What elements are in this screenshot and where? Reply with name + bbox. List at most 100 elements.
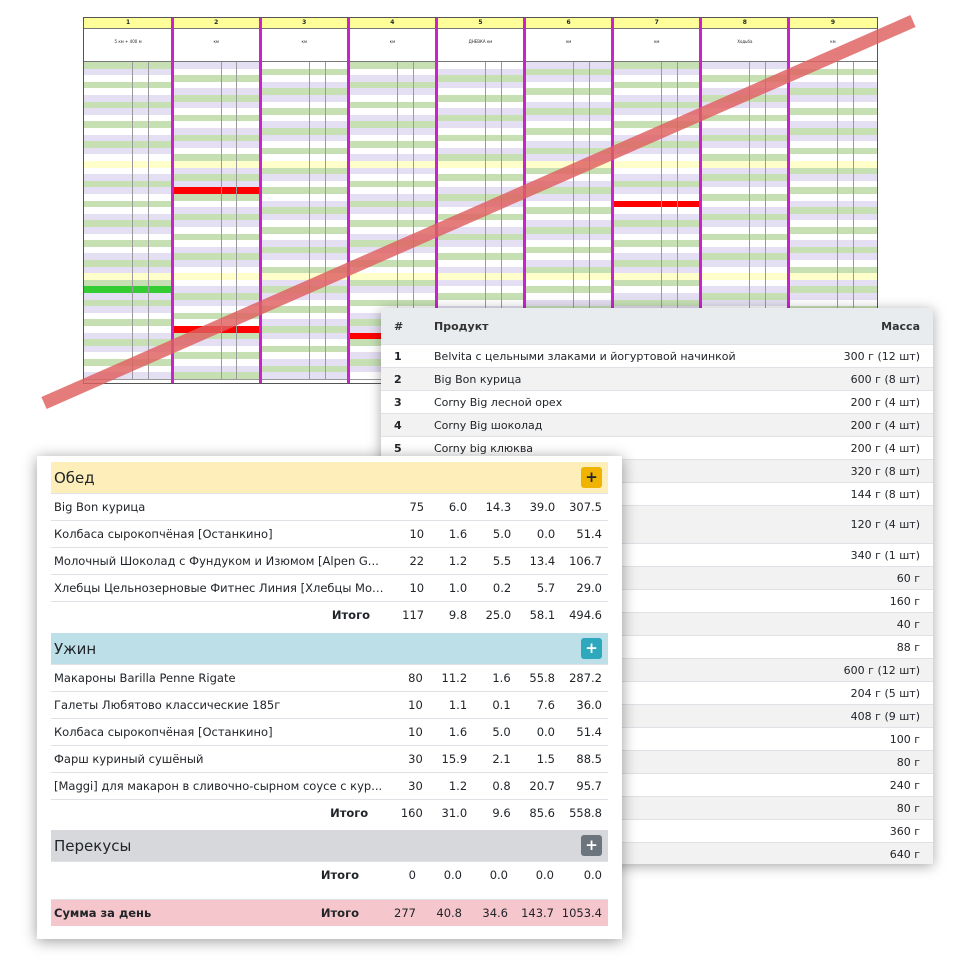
mass-value: 10 — [382, 718, 429, 746]
product-name: Corny Big лесной орех — [421, 390, 767, 414]
meal-total-row: Итого 0 0.0 0.0 0.0 0.0 — [51, 861, 608, 888]
total-carbs: 85.6 — [516, 799, 561, 826]
add-item-button[interactable]: + — [581, 638, 602, 659]
mass-value: 30 — [382, 772, 429, 800]
meal-item-row[interactable]: [Maggi] для макарон в сливочно-сырном со… — [51, 772, 608, 800]
total-carbs: 58.1 — [517, 601, 562, 628]
meal-section-title: Обед — [54, 468, 95, 487]
meal-item-row[interactable]: Молочный Шоколад с Фундуком и Изюмом [Al… — [51, 547, 608, 575]
kcal-value: 88.5 — [561, 745, 608, 773]
product-mass: 200 г (4 шт) — [767, 413, 933, 437]
protein-value: 11.2 — [428, 664, 474, 692]
product-mass: 320 г (8 шт) — [767, 459, 933, 483]
sheet-column: 15 км + 400 м — [84, 18, 173, 383]
sheet-column-number: 3 — [260, 18, 349, 29]
meal-item-name: [Maggi] для макарон в сливочно-сырном со… — [51, 772, 383, 800]
mass-value: 10 — [382, 691, 429, 719]
kcal-value: 51.4 — [561, 520, 608, 548]
carbs-value: 0.0 — [517, 520, 562, 548]
product-row: 4 Corny Big шоколад 200 г (4 шт) — [381, 413, 933, 437]
product-mass: 340 г (1 шт) — [767, 543, 933, 567]
meal-item-row[interactable]: Колбаса сырокопчёная [Останкино] 10 1.6 5.0… — [51, 520, 608, 548]
kcal-value: 106.7 — [561, 547, 608, 575]
meal-item-name: Колбаса сырокопчёная [Останкино] — [51, 520, 384, 548]
meal-item-row[interactable]: Хлебцы Цельнозерновые Фитнес Линия [Хлеб… — [51, 574, 608, 602]
day-protein: 40.8 — [422, 899, 468, 926]
product-name: Big Bon курица — [421, 367, 767, 391]
day-total-sub-label: Итого — [262, 899, 373, 926]
sheet-column-title: ДНЕВКА км — [436, 29, 525, 62]
meal-section-header: Обед + — [51, 462, 608, 493]
total-fat: 9.6 — [473, 799, 517, 826]
kcal-value: 307.5 — [561, 493, 608, 521]
sheet-cells — [172, 62, 261, 383]
carbs-value: 0.0 — [516, 718, 561, 746]
total-kcal: 558.8 — [561, 799, 608, 826]
carbs-value: 1.5 — [516, 745, 561, 773]
product-mass: 144 г (8 шт) — [767, 482, 933, 506]
protein-value: 1.2 — [428, 772, 474, 800]
total-protein: 0.0 — [422, 861, 468, 888]
product-mass: 200 г (4 шт) — [767, 390, 933, 414]
fat-value: 0.8 — [473, 772, 517, 800]
day-total-label: Сумма за день — [51, 899, 263, 926]
day-fat: 34.6 — [468, 899, 514, 926]
fat-value: 14.3 — [473, 493, 518, 521]
protein-value: 1.6 — [428, 718, 474, 746]
product-mass: 100 г — [767, 727, 933, 751]
product-mass: 40 г — [767, 612, 933, 636]
product-mass: 80 г — [767, 750, 933, 774]
sheet-column-number: 2 — [172, 18, 261, 29]
protein-value: 15.9 — [428, 745, 474, 773]
sheet-column: 3 км — [260, 18, 349, 383]
day-kcal: 1053.4 — [560, 899, 608, 926]
total-label: Итого — [51, 861, 373, 888]
fat-value: 1.6 — [473, 664, 517, 692]
kcal-value: 36.0 — [561, 691, 608, 719]
day-mass: 277 — [373, 899, 422, 926]
mass-value: 10 — [384, 520, 431, 548]
kcal-value: 51.4 — [561, 718, 608, 746]
product-name: Corny Big шоколад — [421, 413, 767, 437]
kcal-value: 29.0 — [561, 574, 608, 602]
product-num: 4 — [381, 413, 421, 437]
product-mass: 600 г (12 шт) — [767, 658, 933, 682]
total-kcal: 0.0 — [560, 861, 608, 888]
meal-item-row[interactable]: Big Bon курица 75 6.0 14.3 39.0 307.5 — [51, 493, 608, 521]
meal-item-name: Фарш куриный сушёный — [51, 745, 383, 773]
add-item-button[interactable]: + — [581, 467, 602, 488]
kcal-value: 287.2 — [561, 664, 608, 692]
mass-value: 10 — [384, 574, 431, 602]
protein-value: 1.6 — [430, 520, 474, 548]
meal-item-row[interactable]: Фарш куриный сушёный 30 15.9 2.1 1.5 88.5 — [51, 745, 608, 773]
product-mass: 300 г (12 шт) — [767, 344, 933, 368]
mass-value: 80 — [382, 664, 429, 692]
product-mass: 60 г — [767, 566, 933, 590]
product-mass: 640 г — [767, 842, 933, 864]
meal-item-row[interactable]: Галеты Любятово классические 185г 10 1.1 0.… — [51, 691, 608, 719]
meal-item-row[interactable]: Макароны Barilla Penne Rigate 80 11.2 1.6 55… — [51, 664, 608, 692]
sheet-column-number: 5 — [436, 18, 525, 29]
total-mass: 117 — [384, 601, 431, 628]
product-mass: 200 г (4 шт) — [767, 436, 933, 460]
meal-item-row[interactable]: Колбаса сырокопчёная [Останкино] 10 1.6 5.0… — [51, 718, 608, 746]
fat-value: 0.1 — [473, 691, 517, 719]
carbs-value: 39.0 — [517, 493, 562, 521]
protein-value: 6.0 — [430, 493, 474, 521]
fat-value: 5.0 — [473, 520, 518, 548]
meal-section-lunch: Обед + Big Bon курица 75 6.0 14.3 39.0 307.5 Кол… — [51, 462, 608, 628]
product-row: 1 Belvita с цельными злаками и йогуртовой… — [381, 344, 933, 368]
sheet-column-title: Ходьба — [700, 29, 789, 62]
total-carbs: 0.0 — [514, 861, 560, 888]
add-item-button[interactable]: + — [581, 835, 602, 856]
mass-value: 75 — [384, 493, 431, 521]
total-fat: 25.0 — [473, 601, 518, 628]
col-mass-header: Масса — [767, 308, 933, 345]
carbs-value: 5.7 — [517, 574, 562, 602]
sheet-column: 2 км — [172, 18, 261, 383]
col-product-header: Продукт — [421, 308, 767, 345]
total-label: Итого — [51, 799, 383, 826]
product-mass: 160 г — [767, 589, 933, 613]
sheet-cells — [260, 62, 349, 383]
meal-item-name: Big Bon курица — [51, 493, 384, 521]
